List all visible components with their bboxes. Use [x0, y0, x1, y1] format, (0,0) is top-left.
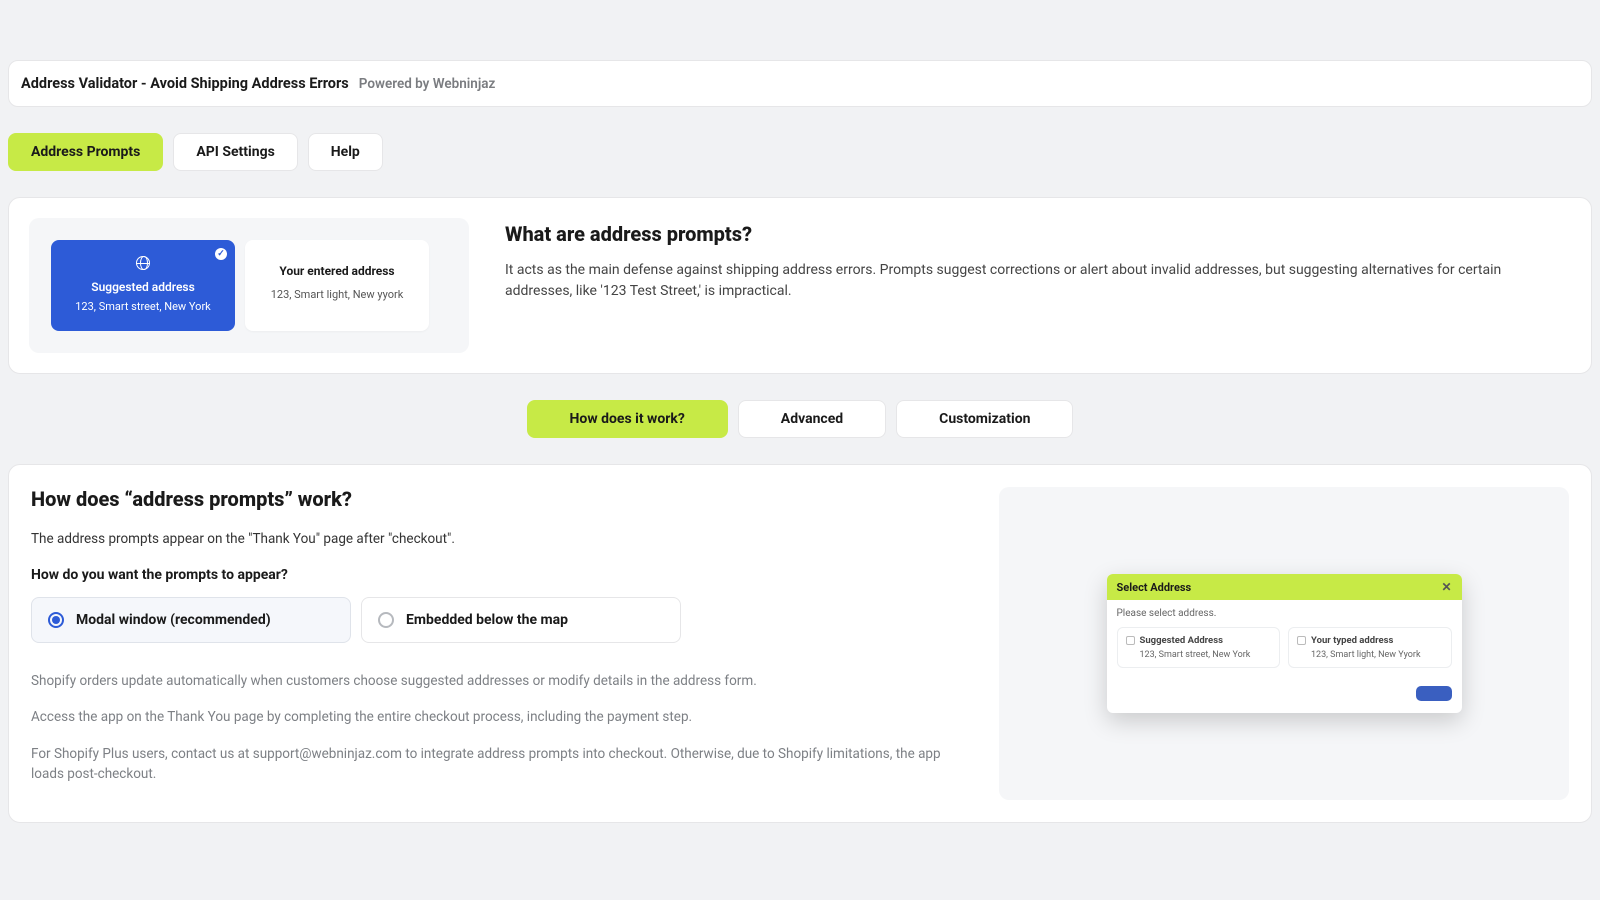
entered-address-card: Your entered address 123, Smart light, N… — [245, 240, 429, 331]
preview-confirm-button[interactable] — [1416, 686, 1452, 701]
app-title: Address Validator - Avoid Shipping Addre… — [21, 75, 349, 92]
preview-typed-card[interactable]: Your typed address 123, Smart light, New… — [1288, 627, 1452, 668]
tab-advanced[interactable]: Advanced — [738, 400, 886, 438]
checkbox-icon — [1126, 636, 1135, 645]
option-embedded[interactable]: Embedded below the map — [361, 597, 681, 643]
suggested-address-title: Suggested address — [61, 280, 225, 294]
how-description: The address prompts appear on the "Thank… — [31, 531, 969, 547]
suggested-address-text: 123, Smart street, New York — [61, 300, 225, 313]
preview-card-addr: 123, Smart light, New Yyork — [1297, 650, 1443, 660]
preview-modal-instruction: Please select address. — [1117, 608, 1452, 619]
option-label: Embedded below the map — [406, 612, 568, 628]
preview-modal-title: Select Address — [1117, 581, 1192, 594]
radio-icon — [48, 612, 64, 628]
how-note: For Shopify Plus users, contact us at su… — [31, 744, 969, 785]
checkbox-icon — [1297, 636, 1306, 645]
display-options: Modal window (recommended) Embedded belo… — [31, 597, 969, 643]
preview-card-title: Your typed address — [1311, 635, 1393, 646]
modal-preview-area: Select Address ✕ Please select address. … — [999, 487, 1569, 800]
section-tabs: How does it work? Advanced Customization — [0, 400, 1600, 438]
tab-how-it-works[interactable]: How does it work? — [527, 400, 728, 438]
how-question: How do you want the prompts to appear? — [31, 567, 969, 583]
app-header: Address Validator - Avoid Shipping Addre… — [8, 60, 1592, 107]
globe-icon — [136, 256, 150, 270]
preview-card-title: Suggested Address — [1140, 635, 1223, 646]
close-icon[interactable]: ✕ — [1441, 580, 1451, 594]
intro-panel: ✓ Suggested address 123, Smart street, N… — [8, 197, 1592, 374]
tab-address-prompts[interactable]: Address Prompts — [8, 133, 163, 171]
check-icon: ✓ — [215, 248, 227, 260]
address-illustration: ✓ Suggested address 123, Smart street, N… — [29, 218, 469, 353]
how-panel: How does “address prompts” work? The add… — [8, 464, 1592, 823]
entered-address-title: Your entered address — [255, 264, 419, 278]
tab-customization[interactable]: Customization — [896, 400, 1073, 438]
suggested-address-card: ✓ Suggested address 123, Smart street, N… — [51, 240, 235, 331]
preview-modal: Select Address ✕ Please select address. … — [1107, 574, 1462, 713]
top-tabs: Address Prompts API Settings Help — [0, 127, 1600, 171]
option-label: Modal window (recommended) — [76, 612, 271, 628]
entered-address-text: 123, Smart light, New yyork — [255, 288, 419, 301]
intro-body: It acts as the main defense against ship… — [505, 260, 1571, 302]
tab-help[interactable]: Help — [308, 133, 383, 171]
how-note: Shopify orders update automatically when… — [31, 671, 969, 691]
radio-icon — [378, 612, 394, 628]
how-heading: How does “address prompts” work? — [31, 487, 969, 511]
app-powered-by: Powered by Webninjaz — [359, 76, 496, 92]
option-modal-window[interactable]: Modal window (recommended) — [31, 597, 351, 643]
tab-api-settings[interactable]: API Settings — [173, 133, 297, 171]
preview-suggested-card[interactable]: Suggested Address 123, Smart street, New… — [1117, 627, 1281, 668]
how-note: Access the app on the Thank You page by … — [31, 707, 969, 727]
intro-heading: What are address prompts? — [505, 222, 1571, 246]
preview-card-addr: 123, Smart street, New York — [1126, 650, 1272, 660]
